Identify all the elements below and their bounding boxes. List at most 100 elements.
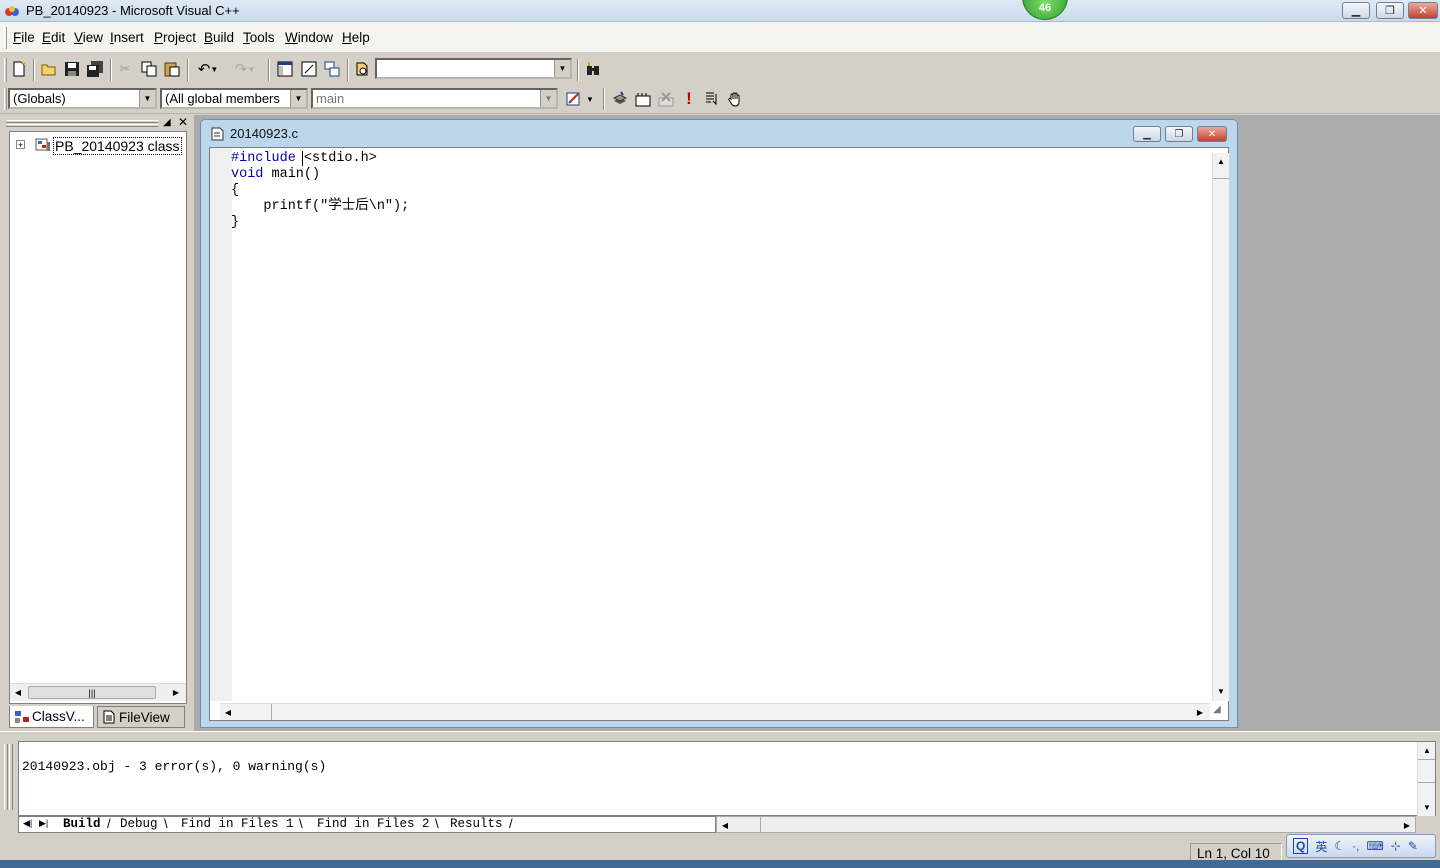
window-list-button[interactable] [322,59,342,79]
ime-logo-icon[interactable]: Q [1293,838,1309,854]
build-button[interactable] [633,89,653,109]
tab-classview[interactable]: ClassV... [9,706,94,728]
wrench-icon[interactable]: ✎ [1408,839,1418,853]
dot-icon[interactable]: ·, [1352,839,1359,853]
find-button[interactable] [583,59,603,79]
workspace-maximize-button[interactable]: ◢ [163,117,171,128]
output-horizontal-scrollbar[interactable]: ◀ ▶ [716,816,1416,833]
minimize-window-button[interactable]: ▁ [1342,2,1370,19]
find-combo[interactable]: ▼ [375,58,572,79]
execute-button[interactable]: ! [679,89,699,109]
editor-restore-button[interactable]: ❐ [1165,126,1193,142]
source-code[interactable]: #include <stdio.h> void main(){ printf("学… [231,151,409,231]
output-panel[interactable]: 20140923.obj - 3 error(s), 0 warning(s) … [18,741,1436,816]
output-grip[interactable] [4,744,8,810]
code-line[interactable]: { [231,183,409,199]
scroll-thumb[interactable]: ||| [28,686,156,699]
output-grip[interactable] [9,744,13,810]
code-editor[interactable]: #include <stdio.h> void main(){ printf("学… [209,147,1229,721]
scroll-left-button[interactable]: ◀ [220,704,236,720]
scroll-thumb[interactable] [1418,759,1435,783]
code-line[interactable]: #include <stdio.h> [231,151,409,167]
tab-results[interactable]: Results [450,817,503,833]
scroll-left-button[interactable]: ◀ [717,817,733,833]
member-combo[interactable]: main ▼ [311,88,558,109]
tree-expand-toggle[interactable]: + [16,140,25,150]
class-combo[interactable]: (Globals) ▼ [8,88,157,109]
editor-horizontal-scrollbar[interactable]: ◀ ▶ [220,703,1210,720]
menu-file[interactable]: File [13,30,35,45]
scroll-thumb[interactable] [735,817,761,832]
tab-debug[interactable]: Debug [120,817,158,833]
tree-root-item[interactable]: PB_20140923 class [53,137,182,155]
scroll-thumb[interactable] [1213,171,1229,179]
compile-button[interactable] [610,89,630,109]
ime-toolbar[interactable]: Q 英 ☾ ·, ⌨ ⊹ ✎ [1286,834,1436,858]
wizard-action-button[interactable]: ▼ [562,89,598,109]
redo-button[interactable]: ↷ ▼ [230,59,260,79]
restore-window-button[interactable]: ❐ [1376,2,1404,19]
toolbar-grip[interactable] [4,88,7,110]
copy-button[interactable] [139,59,159,79]
code-line[interactable]: void main() [231,167,409,183]
filter-combo-dropdown[interactable]: ▼ [290,90,306,107]
open-button[interactable] [39,59,59,79]
member-combo-dropdown[interactable]: ▼ [540,90,556,107]
output-splitter[interactable] [0,731,1440,741]
scroll-right-button[interactable]: ▶ [168,684,184,700]
new-text-file-button[interactable] [9,59,29,79]
scroll-up-button[interactable]: ▲ [1213,153,1229,169]
code-line[interactable]: printf("学士后\n"); [231,199,409,215]
class-combo-dropdown[interactable]: ▼ [139,90,155,107]
menu-view[interactable]: View [74,30,103,45]
build-output-message[interactable]: 20140923.obj - 3 error(s), 0 warning(s) [22,759,326,774]
scroll-down-button[interactable]: ▼ [1419,799,1435,815]
find-combo-dropdown[interactable]: ▼ [554,60,570,77]
menu-project[interactable]: Project [154,30,196,45]
workspace-close-button[interactable]: ✕ [178,115,188,129]
scroll-right-button[interactable]: ▶ [1192,704,1208,720]
stop-build-button[interactable] [656,89,676,109]
tab-build[interactable]: Build [63,817,101,833]
scroll-thumb[interactable] [238,704,272,720]
menu-edit[interactable]: Edit [42,30,65,45]
save-all-button[interactable] [85,59,105,79]
keyboard-icon[interactable]: ⌨ [1366,839,1383,853]
workspace-grip[interactable] [6,120,158,123]
code-line[interactable]: } [231,215,409,231]
paste-button[interactable] [162,59,182,79]
tab-find-in-files-1[interactable]: Find in Files 1 [181,817,294,833]
workspace-toggle-button[interactable] [275,59,295,79]
editor-close-button[interactable]: ✕ [1197,126,1227,142]
workspace-grip[interactable] [6,124,158,127]
tab-scroll-right-icon[interactable]: ▶| [39,818,48,829]
undo-button[interactable]: ↶ ▼ [193,59,223,79]
tab-scroll-left-icon[interactable]: ◀| [23,818,32,829]
close-window-button[interactable]: ✕ [1408,2,1438,19]
menu-tools[interactable]: Tools [243,30,275,45]
find-in-files-button[interactable] [353,59,373,79]
visual-cpp-app-icon[interactable] [4,3,20,19]
scroll-right-button[interactable]: ▶ [1399,817,1415,833]
menubar-grip[interactable] [4,27,7,49]
size-grip-icon[interactable]: ◢ [1213,704,1221,715]
workspace-horizontal-scrollbar[interactable]: ◀ ||| ▶ [10,683,186,701]
moon-icon[interactable]: ☾ [1334,839,1345,853]
tab-fileview[interactable]: FileView [97,706,185,728]
selection-margin[interactable] [210,148,232,701]
output-toggle-button[interactable] [299,59,319,79]
ime-mode[interactable]: 英 [1315,838,1327,855]
menu-insert[interactable]: Insert [110,30,144,45]
insert-breakpoint-button[interactable] [725,89,745,109]
scroll-left-button[interactable]: ◀ [10,684,26,700]
menu-window[interactable]: Window [285,30,333,45]
filter-combo[interactable]: (All global members ▼ [160,88,308,109]
toolbar-grip[interactable] [4,58,7,82]
ime-settings-icon[interactable]: ⊹ [1391,839,1401,853]
go-button[interactable] [702,89,722,109]
scroll-down-button[interactable]: ▼ [1213,683,1229,699]
editor-vertical-scrollbar[interactable]: ▲ ▼ [1212,153,1229,701]
save-button[interactable] [62,59,82,79]
menu-help[interactable]: Help [342,30,370,45]
editor-minimize-button[interactable]: ▁ [1133,126,1161,142]
